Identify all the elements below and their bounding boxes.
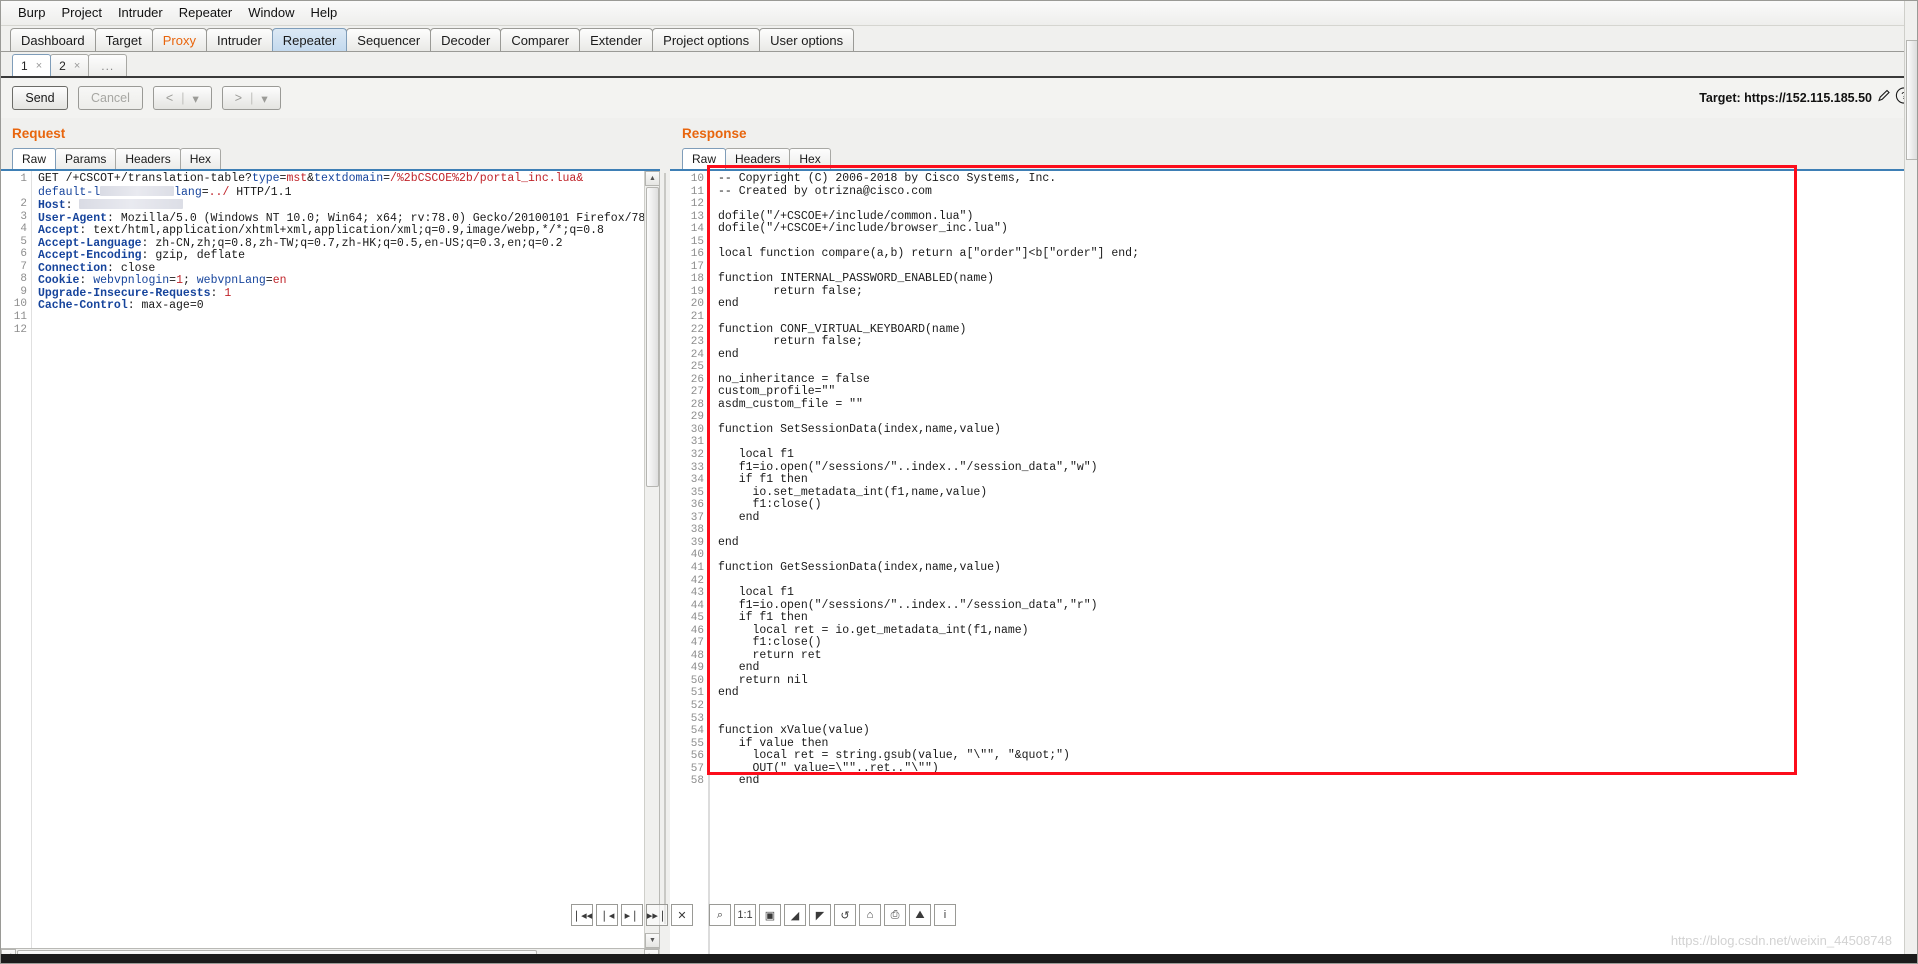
menu-item-help[interactable]: Help	[302, 3, 345, 23]
zoom-level-icon[interactable]: 1:1	[734, 904, 756, 926]
request-raw-text[interactable]: GET /+CSCOT+/translation-table?type=mst&…	[31, 171, 644, 948]
response-line-numbers: 10 11 12 13 14 15 16 17 18 19 20 21 22 2…	[670, 171, 708, 963]
repeater-tab-new[interactable]: ...	[88, 54, 128, 76]
tab-sequencer[interactable]: Sequencer	[346, 28, 432, 51]
first-page-icon[interactable]: ❘◂◂	[571, 904, 593, 926]
request-tab-bar: Raw Params Headers Hex	[0, 147, 660, 171]
request-title: Request	[12, 126, 66, 141]
scroll-up-icon[interactable]: ▲	[645, 171, 659, 186]
measure-icon[interactable]: ◢	[784, 904, 806, 926]
response-title: Response	[682, 126, 747, 141]
tab-proxy[interactable]: Proxy	[151, 28, 207, 51]
rotate-icon[interactable]: ↺	[834, 904, 856, 926]
tab-decoder[interactable]: Decoder	[430, 28, 502, 51]
chevron-down-icon: ▾	[192, 91, 199, 106]
menu-item-project[interactable]: Project	[53, 3, 109, 23]
search-icon[interactable]: ⌕	[709, 904, 731, 926]
close-icon[interactable]: ×	[36, 60, 42, 72]
target-label: Target: https://152.115.185.50	[1699, 91, 1872, 105]
stamp-icon[interactable]: ⎙	[884, 904, 906, 926]
close-icon[interactable]: ✕	[671, 904, 693, 926]
last-page-icon[interactable]: ▸▸❘	[646, 904, 668, 926]
close-icon[interactable]: ×	[74, 60, 80, 72]
divider: |	[250, 91, 254, 105]
page-vertical-scrollbar[interactable]	[1904, 0, 1918, 954]
chevron-left-icon: <	[165, 91, 174, 105]
response-pane: Response Raw Headers Hex 10 11 12 13 14 …	[670, 118, 1918, 964]
response-raw-text[interactable]: -- Copyright (C) 2006-2018 by Cisco Syst…	[708, 171, 1917, 963]
repeater-tab-2[interactable]: 2 ×	[50, 54, 90, 76]
bell-icon[interactable]: ⌂	[859, 904, 881, 926]
send-button[interactable]: Send	[12, 86, 68, 110]
watermark-text: https://blog.csdn.net/weixin_44508748	[1670, 933, 1892, 948]
edit-pencil-icon[interactable]	[1876, 88, 1892, 109]
response-editor[interactable]: 10 11 12 13 14 15 16 17 18 19 20 21 22 2…	[670, 171, 1918, 964]
tab-extender[interactable]: Extender	[579, 28, 654, 51]
tab-intruder[interactable]: Intruder	[205, 28, 273, 51]
angle-icon[interactable]: ◤	[809, 904, 831, 926]
request-vertical-scrollbar[interactable]: ▲ ▼	[644, 171, 659, 948]
repeater-tab-bar: 1 × 2 × ...	[0, 52, 1918, 78]
info-icon[interactable]: і	[934, 904, 956, 926]
repeater-tab-1-label: 1	[21, 58, 28, 73]
next-page-icon[interactable]: ▸❘	[621, 904, 643, 926]
divider: |	[181, 91, 185, 105]
menu-item-intruder[interactable]: Intruder	[110, 3, 171, 23]
request-tab-raw[interactable]: Raw	[12, 148, 57, 169]
burp-suite-window: Burp Project Intruder Repeater Window He…	[0, 0, 1918, 964]
request-tab-params[interactable]: Params	[55, 148, 117, 169]
tab-repeater[interactable]: Repeater	[271, 28, 348, 51]
tab-dashboard[interactable]: Dashboard	[10, 28, 96, 51]
action-bar: Send Cancel < | ▾ > | ▾ Target: https://…	[0, 78, 1918, 118]
menu-bar: Burp Project Intruder Repeater Window He…	[0, 0, 1918, 26]
prev-page-icon[interactable]: ❘◂	[596, 904, 618, 926]
cancel-button: Cancel	[78, 86, 143, 110]
scroll-thumb[interactable]	[1906, 40, 1918, 160]
request-tab-headers[interactable]: Headers	[115, 148, 181, 169]
pane-divider[interactable]	[660, 118, 670, 964]
editor-panes: Request Raw Params Headers Hex 1 2 3 4 5…	[0, 118, 1918, 964]
floating-toolbar: ❘◂◂ ❘◂ ▸❘ ▸▸❘ ✕ ⌕ 1:1 ▣ ◢ ◤ ↺ ⌂ ⎙ ⛰ і	[571, 904, 956, 926]
scroll-down-icon[interactable]: ▼	[645, 933, 659, 948]
tab-project-options[interactable]: Project options	[652, 28, 761, 51]
bottom-bar	[0, 954, 1918, 964]
response-tab-raw[interactable]: Raw	[682, 148, 727, 169]
repeater-tab-2-label: 2	[59, 58, 66, 73]
menu-item-window[interactable]: Window	[240, 3, 302, 23]
chevron-right-icon: >	[234, 91, 243, 105]
forward-button[interactable]: > | ▾	[221, 86, 281, 110]
repeater-tab-1[interactable]: 1 ×	[12, 54, 52, 76]
request-pane: Request Raw Params Headers Hex 1 2 3 4 5…	[0, 118, 660, 964]
chevron-down-icon: ▾	[261, 91, 268, 106]
response-tab-hex[interactable]: Hex	[789, 148, 831, 169]
terrain-icon[interactable]: ⛰	[909, 904, 931, 926]
fit-page-icon[interactable]: ▣	[759, 904, 781, 926]
tab-user-options[interactable]: User options	[759, 28, 855, 51]
main-tab-bar: Dashboard Target Proxy Intruder Repeater…	[0, 26, 1918, 52]
tab-target[interactable]: Target	[94, 28, 153, 51]
scroll-thumb[interactable]	[646, 187, 659, 487]
response-tab-headers[interactable]: Headers	[725, 148, 791, 169]
menu-item-repeater[interactable]: Repeater	[171, 3, 240, 23]
response-tab-bar: Raw Headers Hex	[670, 147, 1918, 171]
back-button[interactable]: < | ▾	[152, 86, 212, 110]
request-tab-hex[interactable]: Hex	[179, 148, 222, 169]
request-line-numbers: 1 2 3 4 5 6 7 8 9 10 11 12	[1, 171, 31, 948]
tab-comparer[interactable]: Comparer	[500, 28, 581, 51]
request-editor[interactable]: 1 2 3 4 5 6 7 8 9 10 11 12 GET /+CSCOT+/…	[0, 171, 660, 949]
menu-item-burp[interactable]: Burp	[10, 3, 53, 23]
